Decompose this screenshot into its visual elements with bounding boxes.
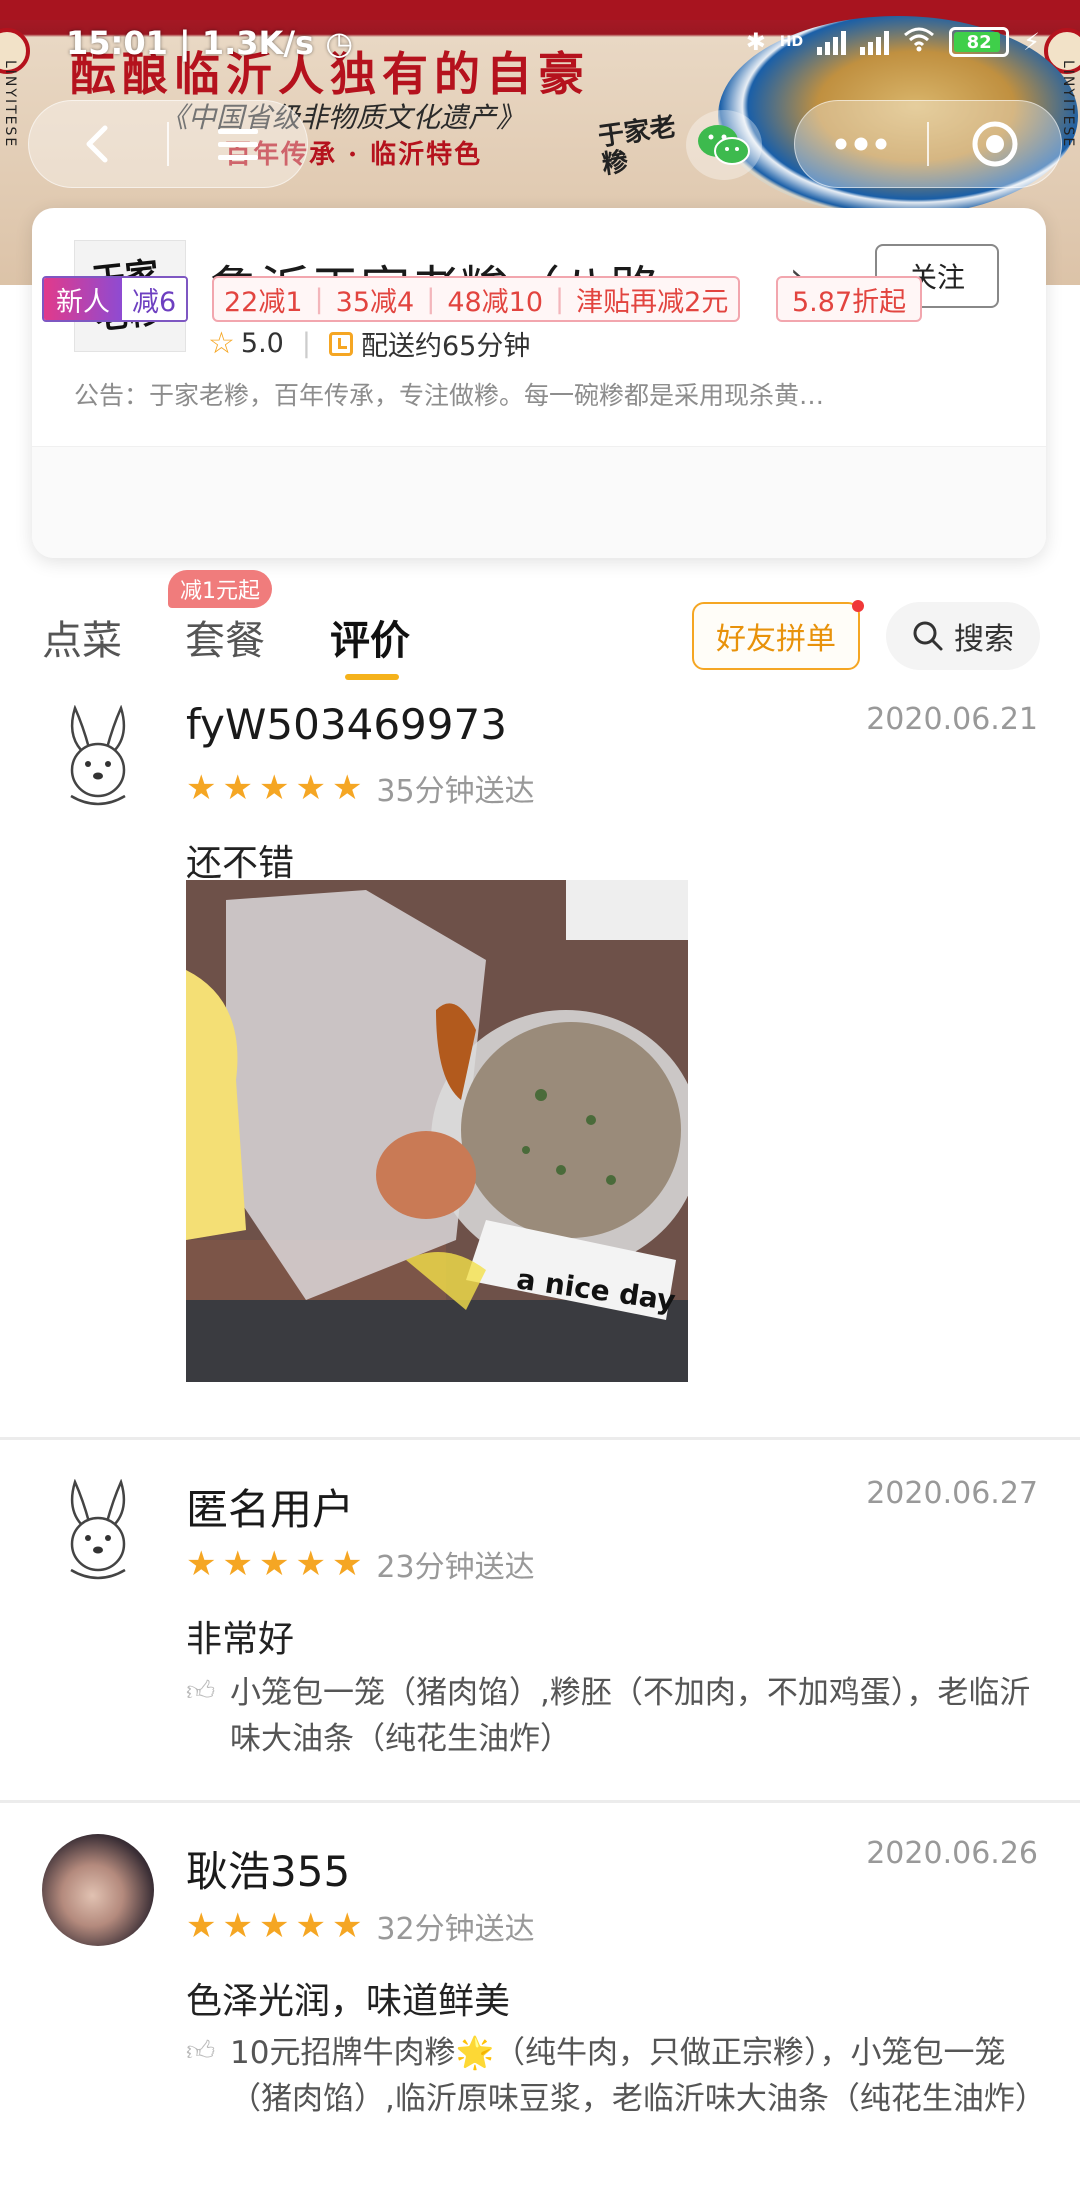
network-type: HD xyxy=(779,34,804,50)
star-icon: ★ xyxy=(331,768,363,808)
tab-bar: 减1元起 点菜 套餐 评价 好友拼单 搜索 xyxy=(0,570,1080,690)
charging-icon: ⚡ xyxy=(1023,28,1040,56)
record-circle-icon xyxy=(972,121,1018,167)
delivery-time: 配送约65分钟 xyxy=(360,331,531,362)
wechat-icon xyxy=(698,125,750,165)
review-date: 2020.06.26 xyxy=(866,1836,1038,1871)
close-miniprogram-button[interactable] xyxy=(929,101,1061,187)
review-username: 耿浩355 xyxy=(186,1847,351,1896)
liked-items-text: 10元招牌牛肉糁🌟（纯牛肉，只做正宗糁），小笼包一笼（猪肉馅）,临沂原味豆浆，老… xyxy=(230,2035,1046,2117)
star-icon: ★ xyxy=(295,1906,326,1946)
search-label: 搜索 xyxy=(954,622,1014,657)
review-date: 2020.06.27 xyxy=(866,1476,1038,1511)
thumbs-up-icon: 👍︎ xyxy=(186,1674,216,1707)
star-icon: ★ xyxy=(186,1906,217,1946)
food-photo-image: a nice day xyxy=(186,880,688,1382)
nav-capsule-right xyxy=(794,100,1062,188)
tab-review[interactable]: 评价 xyxy=(330,608,410,666)
star-icon: ★ xyxy=(222,768,253,808)
nav-capsule-left xyxy=(28,100,308,188)
status-time: 15:01 | 1.3K/s ◷ xyxy=(66,24,354,62)
avatar[interactable] xyxy=(42,1474,154,1586)
star-outline-icon: ☆ xyxy=(208,326,235,361)
back-arrow-icon xyxy=(86,125,108,163)
wechat-share-button[interactable] xyxy=(686,110,762,180)
review-date: 2020.06.21 xyxy=(866,702,1038,737)
menu-button[interactable] xyxy=(169,101,307,187)
review-item: 耿浩355 2020.06.26 ★ ★ ★ ★ ★ 32分钟送达 色泽光润，味… xyxy=(0,1834,1080,2204)
avatar[interactable] xyxy=(42,700,154,812)
review-stars: ★ ★ ★ ★ ★ 23分钟送达 xyxy=(186,1542,535,1586)
store-rating: 5.0 xyxy=(240,328,284,359)
star-icon: ★ xyxy=(186,768,217,808)
status-icons: ✱ HD 82 ⚡ xyxy=(746,26,1040,58)
review-text: 非常好 xyxy=(186,1619,295,1660)
review-item: fyW503469973 2020.06.21 ★ ★ ★ ★ ★ 35分钟送达… xyxy=(0,700,1080,1440)
bluetooth-icon: ✱ xyxy=(745,28,766,56)
status-bar: 15:01 | 1.3K/s ◷ ✱ HD 82 ⚡ xyxy=(0,18,1080,74)
avatar[interactable] xyxy=(42,1834,154,1946)
review-liked-items: 👍︎ 10元招牌牛肉糁🌟（纯牛肉，只做正宗糁），小笼包一笼（猪肉馅）,临沂原味豆… xyxy=(186,2030,1046,2122)
review-text: 色泽光润，味道鲜美 xyxy=(186,1981,511,2022)
menu-icon xyxy=(218,129,258,160)
signal-icon-2 xyxy=(860,29,890,55)
notification-dot xyxy=(852,600,864,612)
review-photo[interactable]: a nice day xyxy=(186,880,688,1382)
tab-dish[interactable]: 点菜 xyxy=(42,608,122,666)
star-icon: ★ xyxy=(331,1906,363,1946)
review-stars: ★ ★ ★ ★ ★ 32分钟送达 xyxy=(186,1904,535,1948)
review-text: 还不错 xyxy=(186,843,295,884)
star-icon: ★ xyxy=(186,1544,217,1584)
review-item: 匿名用户 2020.06.27 ★ ★ ★ ★ ★ 23分钟送达 非常好 👍︎ … xyxy=(0,1474,1080,1794)
full-reduction-promo[interactable]: 22减1 | 35减4 | 48减10 | 津贴再减2元 xyxy=(212,276,741,322)
store-info-card: 于家老糁 鲁沂于家老糁（八路… › 关注 ☆ 5.0 | 配送约65分钟 公告：… xyxy=(32,208,1046,558)
discount-promo[interactable]: 5.87折起 xyxy=(776,276,923,322)
clock-icon xyxy=(328,331,353,356)
tab-set-meal[interactable]: 套餐 xyxy=(185,608,265,666)
back-button[interactable] xyxy=(29,101,167,187)
more-button[interactable] xyxy=(795,101,927,187)
promo-row xyxy=(32,446,1046,558)
review-divider xyxy=(0,1437,1080,1440)
thumbs-up-icon: 👍︎ xyxy=(186,2034,216,2067)
review-delivery-time: 35分钟送达 xyxy=(376,774,535,809)
star-icon: ★ xyxy=(222,1906,253,1946)
star-icon: ★ xyxy=(331,1544,363,1584)
search-button[interactable]: 搜索 xyxy=(886,602,1040,670)
review-username: 匿名用户 xyxy=(186,1485,355,1534)
review-delivery-time: 23分钟送达 xyxy=(376,1550,535,1585)
new-user-promo[interactable]: 新人 减6 xyxy=(42,276,189,322)
rabbit-avatar-icon xyxy=(70,1478,126,1580)
review-stars: ★ ★ ★ ★ ★ 35分钟送达 xyxy=(186,766,535,810)
liked-items-text: 小笼包一笼（猪肉馅）,糁胚（不加肉，不加鸡蛋），老临沂味大油条（纯花生油炸） xyxy=(230,1675,1031,1757)
store-notice[interactable]: 公告：于家老糁，百年传承，专注做糁。每一碗糁都是采用现杀黄… xyxy=(74,376,1014,412)
review-divider xyxy=(0,1800,1080,1803)
new-user-label: 新人 xyxy=(44,278,122,320)
review-liked-items: 👍︎ 小笼包一笼（猪肉馅）,糁胚（不加肉，不加鸡蛋），老临沂味大油条（纯花生油炸… xyxy=(186,1670,1046,1762)
more-dots-icon xyxy=(835,137,887,151)
friend-group-order-button[interactable]: 好友拼单 xyxy=(692,602,860,670)
banner-brand-logo: 于家老糁 xyxy=(596,111,678,181)
battery-icon: 82 xyxy=(949,27,1010,57)
meta-separator: | xyxy=(301,328,311,359)
store-meta: ☆ 5.0 | 配送约65分钟 xyxy=(208,324,530,363)
set-meal-badge: 减1元起 xyxy=(168,570,272,608)
star-icon: ★ xyxy=(295,1544,326,1584)
active-tab-indicator xyxy=(345,674,399,680)
star-icon: ★ xyxy=(222,1544,253,1584)
signal-icon xyxy=(817,29,847,55)
search-icon xyxy=(913,621,943,651)
review-delivery-time: 32分钟送达 xyxy=(376,1912,535,1947)
new-user-discount: 减6 xyxy=(122,278,187,320)
star-icon: ★ xyxy=(258,1906,290,1946)
star-icon: ★ xyxy=(258,1544,290,1584)
review-username: fyW503469973 xyxy=(186,700,507,749)
star-icon: ★ xyxy=(258,768,290,808)
rabbit-avatar-icon xyxy=(70,704,126,806)
star-icon: ★ xyxy=(295,768,326,808)
wifi-icon xyxy=(903,26,935,58)
